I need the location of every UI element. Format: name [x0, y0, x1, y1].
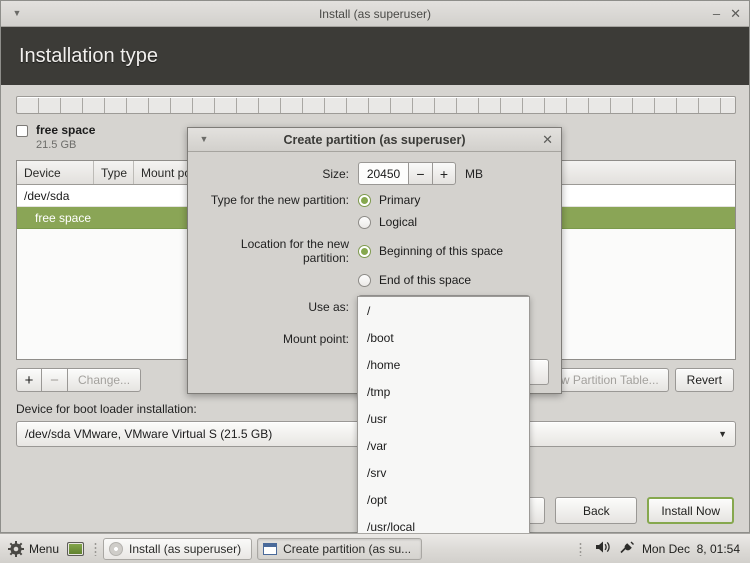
main-titlebar: ▼ Install (as superuser) – ✕ — [1, 1, 749, 27]
cell-device: free space — [35, 210, 92, 225]
radio-type-logical-label: Logical — [379, 215, 418, 229]
taskbar-window-install[interactable]: Install (as superuser) — [103, 537, 253, 560]
dropdown-item-boot[interactable]: /boot — [358, 324, 529, 351]
main-footer-buttons: Back Install Now — [501, 497, 734, 524]
main-window-controls: – ✕ — [713, 7, 749, 20]
window-icon — [263, 542, 278, 555]
column-header-device[interactable]: Device — [17, 161, 94, 184]
back-button[interactable]: Back — [555, 497, 638, 524]
taskbar-window-create-partition-label: Create partition (as su... — [283, 541, 412, 556]
dropdown-item-opt[interactable]: /opt — [358, 486, 529, 513]
size-decrement-button[interactable]: − — [408, 162, 432, 185]
chevron-down-icon: ▼ — [718, 429, 727, 439]
menu-label: Menu — [29, 541, 60, 556]
install-now-button[interactable]: Install Now — [647, 497, 734, 524]
close-icon[interactable]: ✕ — [542, 133, 553, 146]
main-window-title: Install (as superuser) — [318, 6, 432, 21]
location-row-end: End of this space — [200, 273, 549, 287]
column-header-type[interactable]: Type — [94, 161, 134, 184]
change-partition-button[interactable]: Change... — [68, 368, 142, 392]
size-row: Size: − + MB — [200, 162, 549, 185]
mount-point-dropdown-popup[interactable]: / /boot /home /tmp /usr /var /srv /opt /… — [357, 296, 530, 539]
tray-grip-handle[interactable] — [578, 541, 582, 556]
size-unit-label: MB — [465, 166, 483, 181]
revert-button[interactable]: Revert — [674, 368, 734, 392]
clock[interactable]: Mon Dec 8, 01:54 — [642, 542, 740, 556]
window-menu-arrow-icon[interactable]: ▼ — [194, 135, 214, 144]
radio-type-primary-label: Primary — [379, 193, 421, 207]
dropdown-item-var[interactable]: /var — [358, 432, 529, 459]
radio-type-primary[interactable] — [358, 193, 371, 207]
size-label: Size: — [322, 166, 349, 181]
minimize-button[interactable]: – — [713, 7, 720, 20]
radio-location-end[interactable] — [358, 273, 371, 287]
radio-location-beginning[interactable] — [358, 244, 371, 258]
window-menu-arrow-icon[interactable]: ▼ — [7, 9, 27, 18]
use-as-label: Use as: — [308, 300, 349, 314]
mount-point-label: Mount point: — [282, 332, 349, 346]
legend-color-swatch — [16, 125, 28, 137]
size-increment-button[interactable]: + — [432, 162, 456, 185]
taskbar-window-install-label: Install (as superuser) — [129, 541, 242, 556]
remove-partition-button[interactable]: − — [42, 368, 68, 392]
page-header: Installation type — [1, 27, 749, 85]
system-tray: Mon Dec 8, 01:54 — [573, 540, 750, 557]
taskbar: Menu Install (as superuser) Create parti… — [0, 533, 750, 563]
radio-location-beginning-label: Beginning of this space — [379, 244, 504, 258]
dialog-titlebar: ▼ Create partition (as superuser) ✕ — [188, 128, 561, 152]
radio-location-end-label: End of this space — [379, 273, 472, 287]
dropdown-item-srv[interactable]: /srv — [358, 459, 529, 486]
taskbar-grip-handle[interactable] — [94, 541, 98, 556]
page-title: Installation type — [19, 44, 158, 67]
menu-button[interactable]: Menu — [0, 537, 67, 561]
size-stepper[interactable]: − + — [358, 162, 456, 185]
partition-usage-bar[interactable] — [16, 96, 736, 114]
disc-icon — [109, 541, 124, 556]
radio-type-logical[interactable] — [358, 215, 371, 229]
type-label: Type for the new partition: — [210, 193, 349, 207]
taskbar-window-create-partition[interactable]: Create partition (as su... — [257, 537, 423, 560]
type-row-primary: Type for the new partition: Primary — [200, 193, 549, 207]
gear-icon — [8, 540, 24, 557]
legend-size: 21.5 GB — [36, 139, 77, 151]
type-row-logical: Logical — [200, 215, 549, 229]
location-row-beginning: Location for the new partition: Beginnin… — [200, 237, 549, 265]
dropdown-item-tmp[interactable]: /tmp — [358, 378, 529, 405]
legend-name: free space — [36, 123, 96, 137]
close-icon[interactable]: ✕ — [730, 7, 741, 20]
dropdown-item-usr[interactable]: /usr — [358, 405, 529, 432]
size-input[interactable] — [358, 162, 408, 185]
add-partition-button[interactable]: + — [16, 368, 42, 392]
speaker-icon[interactable] — [595, 540, 612, 557]
show-desktop-icon[interactable] — [67, 541, 85, 556]
location-label: Location for the new partition: — [240, 237, 349, 265]
bootloader-device-value: /dev/sda VMware, VMware Virtual S (21.5 … — [25, 427, 273, 441]
dialog-window-controls: ✕ — [542, 133, 561, 146]
cell-device: /dev/sda — [24, 188, 70, 203]
dropdown-item-home[interactable]: /home — [358, 351, 529, 378]
dropdown-item-root[interactable]: / — [358, 297, 529, 324]
dialog-title: Create partition (as superuser) — [283, 132, 466, 147]
network-plug-icon[interactable] — [619, 540, 635, 557]
